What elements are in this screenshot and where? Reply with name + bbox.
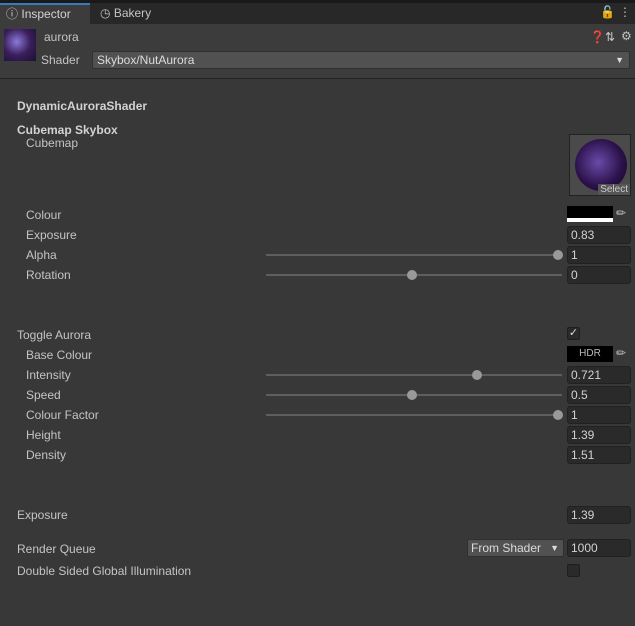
eyedropper-icon[interactable]: ✏: [616, 206, 626, 220]
cubemap-label: Cubemap: [26, 136, 79, 150]
exposure-label: Exposure: [26, 228, 77, 242]
height-field[interactable]: 1.39: [567, 426, 631, 444]
alpha-slider[interactable]: [266, 250, 563, 260]
shader-dropdown[interactable]: Skybox/NutAurora ▼: [92, 51, 630, 69]
rotation-slider[interactable]: [266, 270, 562, 280]
shader-label: Shader: [41, 53, 80, 67]
render-queue-dropdown[interactable]: From Shader ▼: [467, 539, 564, 557]
speed-field[interactable]: 0.5: [567, 386, 631, 404]
render-queue-label: Render Queue: [17, 542, 96, 556]
global-exposure-field[interactable]: 1.39: [567, 506, 631, 524]
exposure-field[interactable]: 0.83: [567, 226, 631, 244]
help-icon[interactable]: ❓: [590, 30, 605, 44]
gear-icon[interactable]: ⚙: [621, 29, 632, 43]
intensity-slider[interactable]: [266, 370, 562, 380]
lock-icon[interactable]: 🔓: [600, 5, 615, 19]
speed-slider[interactable]: [266, 390, 562, 400]
more-menu-icon[interactable]: ⋮: [619, 5, 631, 19]
intensity-field[interactable]: 0.721: [567, 366, 631, 384]
speed-label: Speed: [26, 388, 61, 402]
base-colour-label: Base Colour: [26, 348, 93, 362]
render-queue-field[interactable]: 1000: [567, 539, 631, 557]
rotation-field[interactable]: 0: [567, 266, 631, 284]
slider-thumb[interactable]: [553, 250, 563, 260]
tab-inspector[interactable]: ⓘ Inspector: [0, 3, 90, 24]
height-label: Height: [26, 428, 61, 442]
preset-icon[interactable]: ⇅: [605, 30, 615, 44]
material-name: aurora: [44, 30, 79, 44]
slider-thumb[interactable]: [407, 390, 417, 400]
toggle-aurora-label: Toggle Aurora: [17, 328, 92, 342]
cubemap-slot[interactable]: Select: [569, 134, 631, 196]
toggle-aurora-checkbox[interactable]: ✓: [567, 327, 580, 340]
chevron-down-icon: ▼: [550, 543, 559, 553]
colour-label: Colour: [26, 208, 62, 222]
intensity-label: Intensity: [26, 368, 71, 382]
slider-thumb[interactable]: [407, 270, 417, 280]
dsgi-label: Double Sided Global Illumination: [17, 564, 192, 578]
chevron-down-icon: ▼: [615, 55, 624, 65]
base-colour-swatch[interactable]: HDR: [567, 346, 613, 362]
tab-bakery[interactable]: ◷ Bakery: [94, 3, 157, 24]
slider-thumb[interactable]: [471, 370, 482, 380]
colour-factor-field[interactable]: 1: [567, 406, 631, 424]
rotation-label: Rotation: [26, 268, 71, 282]
bakery-icon: ◷: [100, 6, 111, 20]
alpha-field[interactable]: 1: [567, 246, 631, 264]
colour-swatch[interactable]: [567, 206, 613, 222]
select-button[interactable]: Select: [598, 184, 630, 195]
eyedropper-icon[interactable]: ✏: [616, 346, 626, 360]
colour-factor-slider[interactable]: [266, 410, 563, 420]
dsgi-checkbox[interactable]: [567, 564, 580, 577]
info-icon: ⓘ: [6, 7, 19, 21]
density-field[interactable]: 1.51: [567, 446, 631, 464]
global-exposure-label: Exposure: [17, 508, 68, 522]
material-preview: [4, 29, 36, 61]
alpha-label: Alpha: [26, 248, 57, 262]
shader-title: DynamicAuroraShader: [17, 99, 148, 113]
slider-thumb[interactable]: [553, 410, 563, 420]
colour-factor-label: Colour Factor: [26, 408, 99, 422]
density-label: Density: [26, 448, 67, 462]
